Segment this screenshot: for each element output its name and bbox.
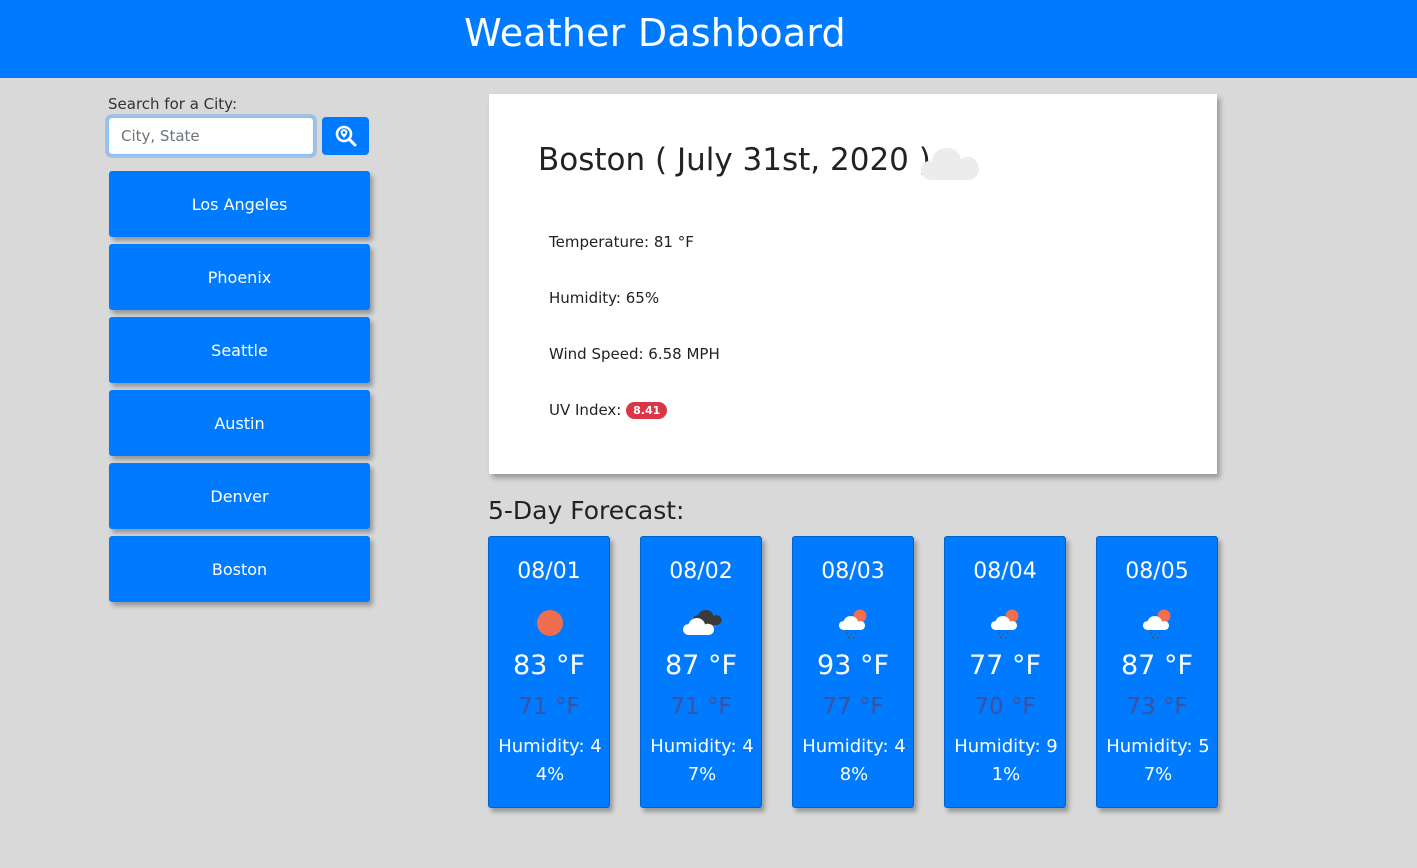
uv-index-label: UV Index:	[549, 401, 627, 419]
forecast-card: 08/02 87 °F 71 °F Humidity: 47%	[640, 536, 762, 808]
forecast-high-temp: 87 °F	[1121, 650, 1193, 681]
forecast-humidity: Humidity: 91%	[954, 736, 1058, 785]
forecast-high-temp: 83 °F	[513, 650, 585, 681]
search-location-icon	[335, 125, 356, 147]
forecast-humidity: Humidity: 47%	[650, 736, 754, 785]
sun-rain-icon	[839, 609, 867, 639]
forecast-low-temp: 71 °F	[670, 694, 732, 720]
city-button-phoenix[interactable]: Phoenix	[109, 244, 370, 310]
forecast-date: 08/04	[973, 559, 1037, 584]
city-button-boston[interactable]: Boston	[109, 536, 370, 602]
sun-rain-icon	[991, 609, 1019, 639]
search-button[interactable]	[322, 117, 369, 155]
forecast-date: 08/05	[1125, 559, 1189, 584]
current-city-title: Boston ( July 31st, 2020 )	[538, 142, 931, 178]
forecast-humidity: Humidity: 44%	[498, 736, 602, 785]
search-label: Search for a City:	[108, 95, 238, 113]
city-button-austin[interactable]: Austin	[109, 390, 370, 456]
forecast-row: 08/01 83 °F 71 °F Humidity: 44% 08/02 87…	[488, 536, 1218, 809]
current-humidity: Humidity: 65%	[549, 289, 660, 307]
current-temperature: Temperature: 81 °F	[549, 233, 694, 251]
forecast-low-temp: 70 °F	[974, 694, 1036, 720]
forecast-humidity: Humidity: 48%	[802, 736, 906, 785]
forecast-high-temp: 87 °F	[665, 650, 737, 681]
forecast-low-temp: 73 °F	[1126, 694, 1188, 720]
forecast-date: 08/01	[517, 559, 581, 584]
forecast-high-temp: 93 °F	[817, 650, 889, 681]
forecast-card: 08/01 83 °F 71 °F Humidity: 44%	[488, 536, 610, 808]
forecast-date: 08/02	[669, 559, 733, 584]
city-button-los-angeles[interactable]: Los Angeles	[109, 171, 370, 237]
forecast-humidity: Humidity: 57%	[1106, 736, 1210, 785]
city-button-denver[interactable]: Denver	[109, 463, 370, 529]
broken-clouds-icon	[683, 610, 722, 635]
city-history-list: Los Angeles Phoenix Seattle Austin Denve…	[109, 171, 370, 609]
forecast-heading: 5-Day Forecast:	[488, 496, 685, 525]
forecast-card: 08/03 93 °F 77 °F Humidity: 48%	[792, 536, 914, 808]
forecast-date: 08/03	[821, 559, 885, 584]
forecast-low-temp: 77 °F	[822, 694, 884, 720]
app-header: Weather Dashboard	[0, 0, 1417, 78]
current-weather-card: Boston ( July 31st, 2020 ) Temperature: …	[489, 94, 1217, 474]
cloud-icon	[921, 148, 979, 180]
forecast-card: 08/05 87 °F 73 °F Humidity: 57%	[1096, 536, 1218, 808]
current-wind-speed: Wind Speed: 6.58 MPH	[549, 345, 720, 363]
sun-rain-icon	[1143, 609, 1171, 639]
current-uv-index: UV Index: 8.41	[549, 401, 668, 419]
forecast-high-temp: 77 °F	[969, 650, 1041, 681]
uv-index-badge: 8.41	[626, 402, 668, 419]
city-button-seattle[interactable]: Seattle	[109, 317, 370, 383]
page-title: Weather Dashboard	[464, 11, 846, 55]
sun-icon	[537, 610, 563, 636]
forecast-card: 08/04 77 °F 70 °F Humidity: 91%	[944, 536, 1066, 808]
search-input[interactable]	[108, 117, 314, 155]
forecast-low-temp: 71 °F	[518, 694, 580, 720]
